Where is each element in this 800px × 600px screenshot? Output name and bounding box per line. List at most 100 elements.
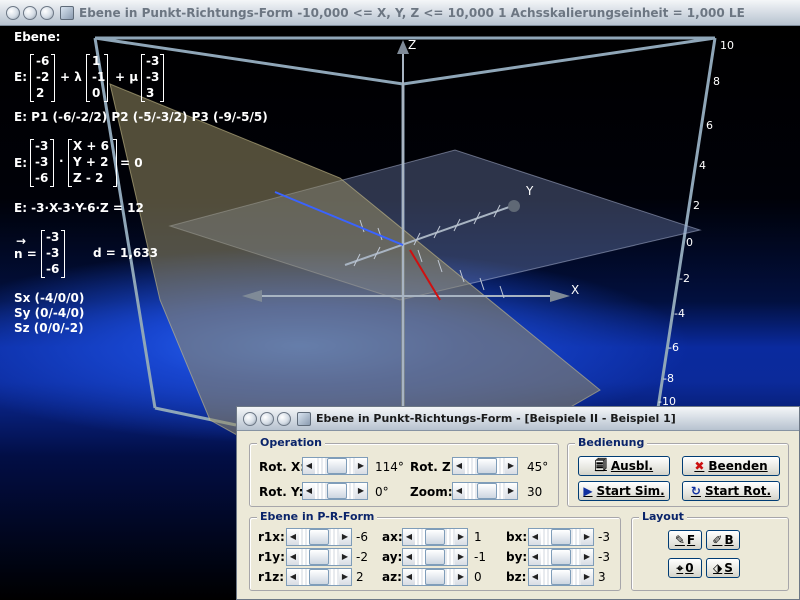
arrow-left-icon[interactable]: ◀ <box>453 458 465 474</box>
n-vec-2: -3 <box>46 246 60 260</box>
layout-zero-button[interactable]: ⌖ 0 <box>668 558 702 578</box>
arrow-right-icon[interactable]: ▶ <box>581 569 593 585</box>
az-label: az: <box>382 570 402 584</box>
slider-track[interactable] <box>415 569 455 585</box>
arrow-left-icon[interactable]: ◀ <box>403 549 415 565</box>
slider-track[interactable] <box>299 529 339 545</box>
start-rot-button[interactable]: ↻ Start Rot. <box>682 481 780 501</box>
r1z-slider[interactable]: ◀ ▶ <box>286 568 352 586</box>
layout-b-button[interactable]: ✐ B <box>706 530 740 550</box>
slider-track[interactable] <box>465 483 505 499</box>
layout-s-button[interactable]: ⬗ S <box>706 558 740 578</box>
r1y-slider[interactable]: ◀ ▶ <box>286 548 352 566</box>
arrow-left-icon[interactable]: ◀ <box>529 549 541 565</box>
arrow-right-icon[interactable]: ▶ <box>339 569 351 585</box>
slider-track[interactable] <box>465 458 505 474</box>
slider-thumb[interactable] <box>309 529 329 545</box>
az-slider[interactable]: ◀ ▶ <box>402 568 468 586</box>
slider-thumb[interactable] <box>327 458 347 474</box>
arrow-left-icon[interactable]: ◀ <box>403 529 415 545</box>
slider-track[interactable] <box>415 529 455 545</box>
zoom-slider[interactable]: ◀ ▶ <box>452 482 518 500</box>
bx-slider[interactable]: ◀ ▶ <box>528 528 594 546</box>
box-edge <box>402 36 716 86</box>
arrow-left-icon[interactable]: ◀ <box>453 483 465 499</box>
arrow-left-icon[interactable]: ◀ <box>403 569 415 585</box>
rotate-icon: ↻ <box>690 484 701 498</box>
close-circle-icon[interactable] <box>243 411 257 426</box>
arrow-right-icon[interactable]: ▶ <box>581 529 593 545</box>
arrow-left-icon[interactable]: ◀ <box>303 483 315 499</box>
slider-track[interactable] <box>541 529 581 545</box>
r1x-slider[interactable]: ◀ ▶ <box>286 528 352 546</box>
param-prefix: E: <box>14 70 27 84</box>
z-scale-tick: -2 <box>679 272 690 285</box>
arrow-left-icon[interactable]: ◀ <box>303 458 315 474</box>
slider-track[interactable] <box>415 549 455 565</box>
arrow-right-icon[interactable]: ▶ <box>505 483 517 499</box>
start-sim-button[interactable]: ▶ Start Sim. <box>578 481 670 501</box>
arrow-right-icon[interactable]: ▶ <box>355 483 367 499</box>
slider-thumb[interactable] <box>327 483 347 499</box>
slider-track[interactable] <box>315 483 355 499</box>
by-slider[interactable]: ◀ ▶ <box>528 548 594 566</box>
arrow-left-icon[interactable]: ◀ <box>529 529 541 545</box>
bracket <box>141 54 145 102</box>
layout-group-label: Layout <box>639 510 687 523</box>
layout-f-button[interactable]: ✎ F <box>668 530 702 550</box>
slider-thumb[interactable] <box>551 529 571 545</box>
window-title: Ebene in Punkt-Richtungs-Form -10,000 <=… <box>79 5 745 20</box>
normal-vec-1: -3 <box>35 139 49 153</box>
main-titlebar[interactable]: Ebene in Punkt-Richtungs-Form -10,000 <=… <box>0 0 800 26</box>
slider-thumb[interactable] <box>309 569 329 585</box>
slider-thumb[interactable] <box>551 549 571 565</box>
ax-slider[interactable]: ◀ ▶ <box>402 528 468 546</box>
dot-operator: · <box>59 154 64 168</box>
arrow-right-icon[interactable]: ▶ <box>581 549 593 565</box>
slider-thumb[interactable] <box>425 549 445 565</box>
slider-thumb[interactable] <box>425 529 445 545</box>
ay-label: ay: <box>382 550 403 564</box>
control-dialog[interactable]: Ebene in Punkt-Richtungs-Form - [Beispie… <box>236 406 800 600</box>
slider-thumb[interactable] <box>425 569 445 585</box>
arrow-left-icon[interactable]: ◀ <box>287 569 299 585</box>
maximize-circle-icon[interactable] <box>40 5 54 20</box>
rot-z-slider[interactable]: ◀ ▶ <box>452 457 518 475</box>
slider-thumb[interactable] <box>551 569 571 585</box>
slider-thumb[interactable] <box>477 483 497 499</box>
slider-track[interactable] <box>299 569 339 585</box>
y-axis-end-marker-icon <box>508 200 520 212</box>
arrow-right-icon[interactable]: ▶ <box>505 458 517 474</box>
dialog-window-controls <box>243 411 294 426</box>
close-circle-icon[interactable] <box>6 5 20 20</box>
minimize-circle-icon[interactable] <box>260 411 274 426</box>
slider-track[interactable] <box>299 549 339 565</box>
slider-track[interactable] <box>541 549 581 565</box>
arrow-right-icon[interactable]: ▶ <box>455 569 467 585</box>
minimize-circle-icon[interactable] <box>23 5 37 20</box>
beenden-button[interactable]: ✖ Beenden <box>682 456 780 476</box>
bz-slider[interactable]: ◀ ▶ <box>528 568 594 586</box>
maximize-circle-icon[interactable] <box>277 411 291 426</box>
beenden-button-label: Beenden <box>708 459 768 473</box>
rot-y-slider[interactable]: ◀ ▶ <box>302 482 368 500</box>
slider-thumb[interactable] <box>477 458 497 474</box>
z-scale-tick: 6 <box>706 119 713 132</box>
arrow-right-icon[interactable]: ▶ <box>339 529 351 545</box>
arrow-right-icon[interactable]: ▶ <box>455 529 467 545</box>
arrow-left-icon[interactable]: ◀ <box>529 569 541 585</box>
ausbl-button[interactable]: 🗐 Ausbl. <box>578 456 670 476</box>
arrow-right-icon[interactable]: ▶ <box>339 549 351 565</box>
arrow-right-icon[interactable]: ▶ <box>355 458 367 474</box>
slider-track[interactable] <box>315 458 355 474</box>
arrow-left-icon[interactable]: ◀ <box>287 549 299 565</box>
slider-track[interactable] <box>541 569 581 585</box>
diff-vec-2: Y + 2 <box>73 155 109 169</box>
dialog-titlebar[interactable]: Ebene in Punkt-Richtungs-Form - [Beispie… <box>237 407 799 431</box>
arrow-left-icon[interactable]: ◀ <box>287 529 299 545</box>
x-axis-label: X <box>571 283 580 297</box>
arrow-right-icon[interactable]: ▶ <box>455 549 467 565</box>
rot-x-slider[interactable]: ◀ ▶ <box>302 457 368 475</box>
slider-thumb[interactable] <box>309 549 329 565</box>
ay-slider[interactable]: ◀ ▶ <box>402 548 468 566</box>
